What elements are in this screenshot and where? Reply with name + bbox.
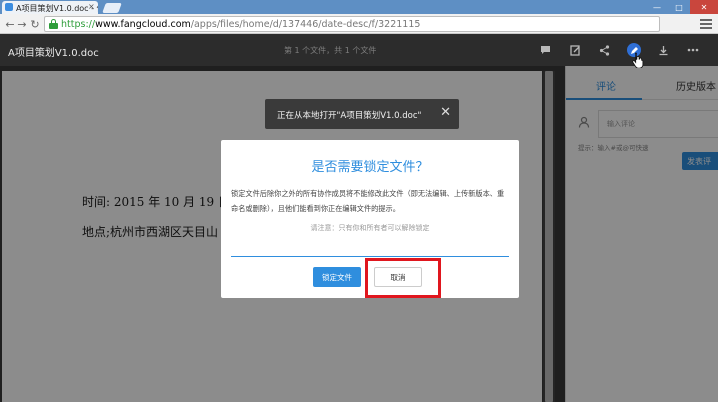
window-close-button[interactable]: ✕: [690, 0, 718, 14]
file-pager: 第 1 个文件，共 1 个文件: [284, 46, 377, 55]
lock-icon: [49, 19, 58, 29]
window-controls: — □ ✕: [646, 0, 718, 14]
browser-tab-bar: A项目策划V1.0.doc - 亿 × — □ ✕: [0, 0, 718, 14]
share-icon[interactable]: [597, 43, 611, 57]
favicon-icon: [5, 3, 13, 11]
dialog-title: 是否需要锁定文件？: [311, 160, 429, 175]
highlight-box: [365, 258, 441, 298]
reload-icon[interactable]: ↻: [28, 17, 42, 31]
more-icon[interactable]: [686, 43, 700, 57]
comment-icon[interactable]: [538, 43, 552, 57]
download-icon[interactable]: [656, 43, 670, 57]
address-bar: ← → ↻ https://www.fangcloud.com/apps/fil…: [0, 14, 718, 34]
dialog-note: 请注意：只有你和所有者可以解除锁定: [310, 224, 430, 232]
dialog-description: 锁定文件后除你之外的所有协作成员将不能修改此文件（即无法编辑、上传新版本、重命名…: [231, 189, 505, 213]
tab-close-icon[interactable]: ×: [88, 2, 95, 11]
toast-message: 正在从本地打开"A项目策划V1.0.doc": [277, 111, 422, 121]
browser-tab-title: A项目策划V1.0.doc - 亿: [16, 4, 98, 13]
dialog-divider: [231, 256, 509, 257]
hand-cursor-icon: [632, 52, 644, 68]
restore-button[interactable]: □: [668, 0, 690, 14]
edit-icon[interactable]: [568, 43, 582, 57]
document-title: A项目策划V1.0.doc: [8, 48, 99, 59]
app-header: A项目策划V1.0.doc 第 1 个文件，共 1 个文件: [0, 34, 718, 66]
url-text: https://www.fangcloud.com/apps/files/hom…: [61, 19, 421, 30]
minimize-button[interactable]: —: [646, 0, 668, 14]
opening-toast: 正在从本地打开"A项目策划V1.0.doc" ✕: [265, 99, 459, 129]
new-tab-button[interactable]: [102, 3, 122, 13]
toast-close-icon[interactable]: ✕: [440, 105, 451, 120]
browser-menu-icon[interactable]: [700, 18, 712, 30]
browser-tab[interactable]: A项目策划V1.0.doc - 亿 ×: [2, 1, 98, 14]
lock-file-button[interactable]: 锁定文件: [313, 267, 361, 287]
forward-arrow-icon[interactable]: →: [15, 17, 29, 31]
url-input[interactable]: https://www.fangcloud.com/apps/files/hom…: [44, 16, 660, 32]
